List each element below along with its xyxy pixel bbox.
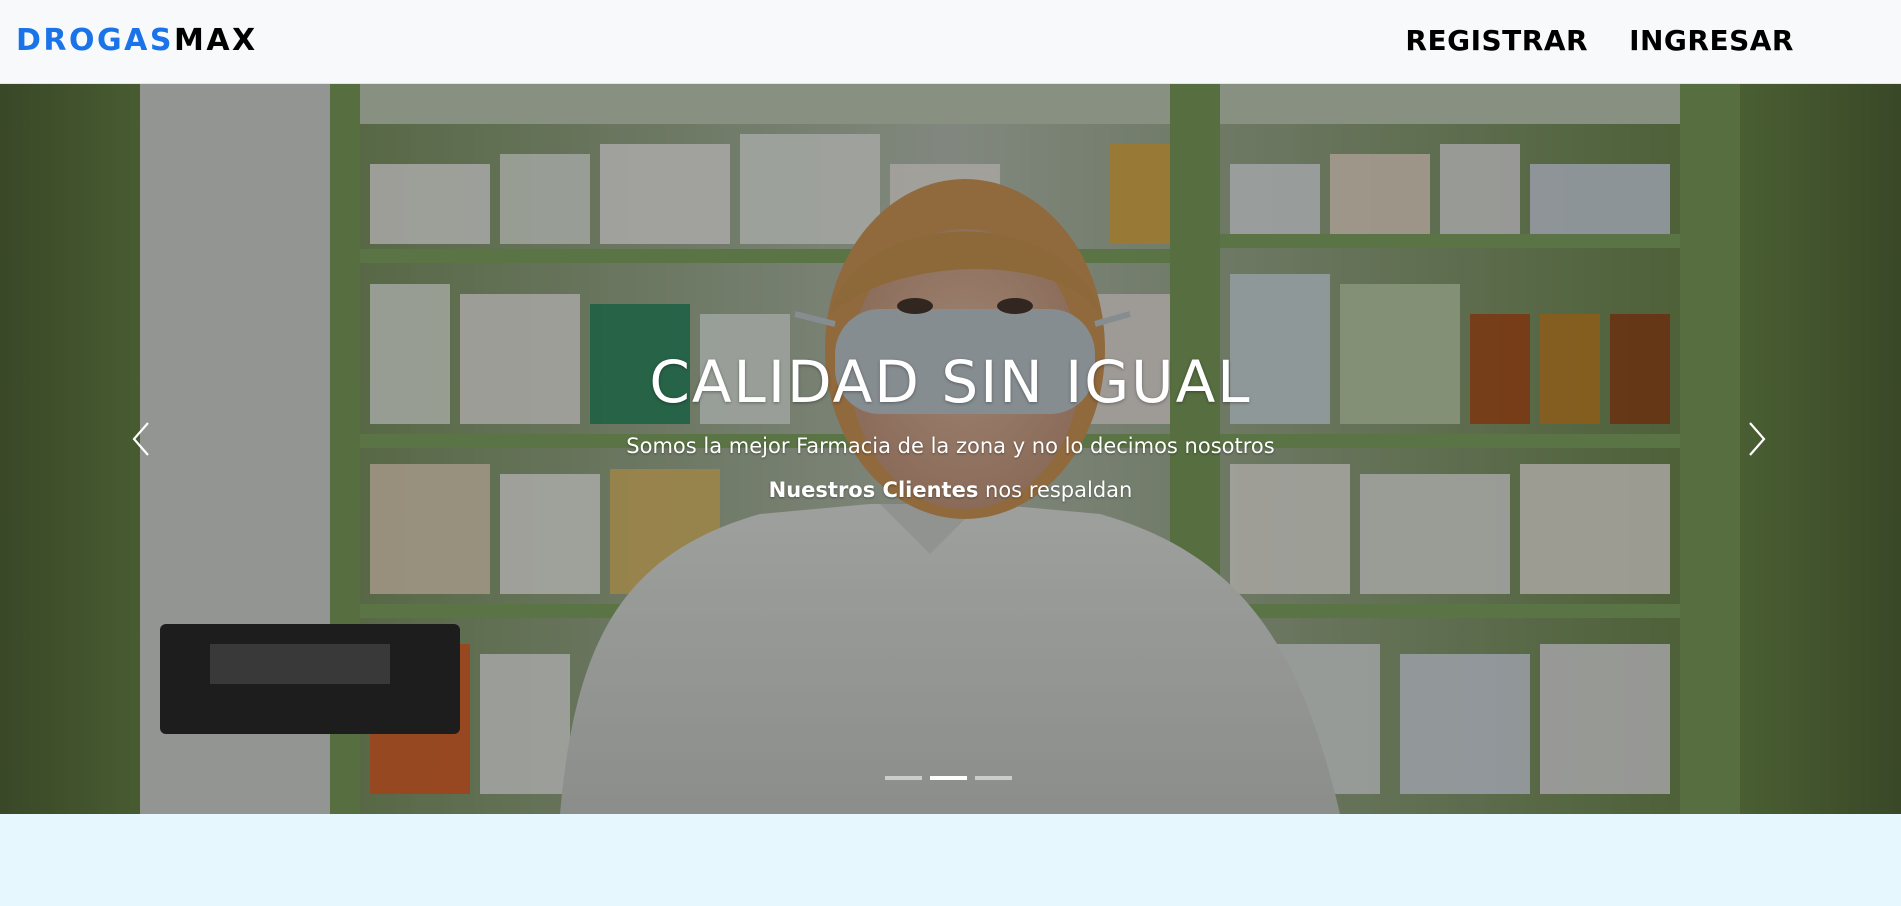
- caption-line-2: Nuestros Clientes nos respaldan: [0, 476, 1901, 504]
- nav-links: REGISTRAR INGRESAR: [1405, 22, 1794, 60]
- brand-logo[interactable]: DROGASMAX: [16, 22, 258, 60]
- carousel-indicator-3[interactable]: [975, 776, 1012, 780]
- chevron-right-icon: [1749, 422, 1766, 456]
- carousel-indicators: [885, 776, 1012, 780]
- login-link[interactable]: INGRESAR: [1629, 22, 1794, 60]
- carousel-indicator-1[interactable]: [885, 776, 922, 780]
- carousel-next-button[interactable]: [1736, 419, 1776, 459]
- caption-line-2-bold: Nuestros Clientes: [768, 478, 979, 502]
- register-link[interactable]: REGISTRAR: [1405, 22, 1588, 60]
- brand-part-drogas: DROGAS: [16, 23, 174, 58]
- carousel-caption: CALIDAD SIN IGUAL Somos la mejor Farmaci…: [0, 348, 1901, 504]
- brand-part-max: MAX: [173, 23, 258, 58]
- top-navbar: DROGASMAX REGISTRAR INGRESAR: [0, 0, 1901, 84]
- carousel-prev-button[interactable]: [122, 419, 162, 459]
- caption-line-1: Somos la mejor Farmacia de la zona y no …: [626, 434, 1275, 458]
- caption-title: CALIDAD SIN IGUAL: [649, 348, 1252, 416]
- carousel-indicator-2[interactable]: [930, 776, 967, 780]
- content-area: [0, 814, 1901, 906]
- hero-carousel: CALIDAD SIN IGUAL Somos la mejor Farmaci…: [0, 84, 1901, 814]
- chevron-left-icon: [132, 422, 149, 456]
- caption-line-2-rest: nos respaldan: [978, 478, 1133, 502]
